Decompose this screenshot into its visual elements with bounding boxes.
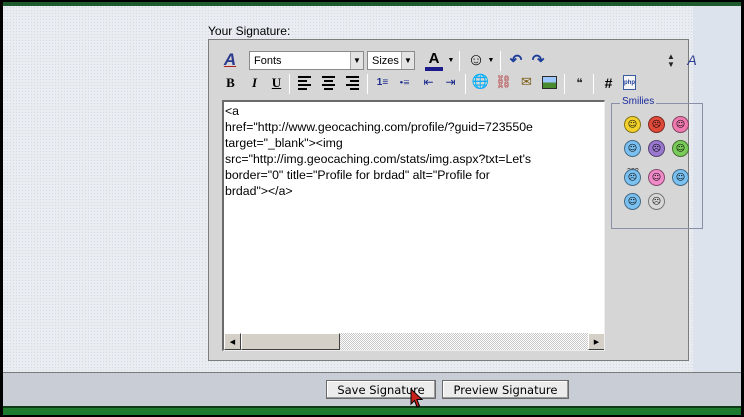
unordered-list-icon[interactable]: •≡ xyxy=(395,73,414,92)
sizes-dropdown[interactable]: Sizes ▼ xyxy=(367,51,415,70)
toolbar-divider xyxy=(564,74,565,94)
cool-icon[interactable]: ☺ xyxy=(624,193,641,210)
scroll-right-icon[interactable]: ▶ xyxy=(588,333,604,350)
shocked-icon[interactable]: ☹ xyxy=(648,193,665,210)
toolbar-divider xyxy=(465,74,466,94)
email-icon[interactable]: ✉ xyxy=(517,73,536,92)
underline-button[interactable]: U xyxy=(267,73,286,92)
sad-icon[interactable]: ☹ xyxy=(648,140,665,157)
fonts-dropdown[interactable]: Fonts ▼ xyxy=(249,51,364,70)
angry-icon[interactable]: ☹ xyxy=(648,116,665,133)
preview-signature-button[interactable]: Preview Signature xyxy=(442,380,569,399)
sizes-dropdown-label: Sizes xyxy=(372,54,399,67)
signature-textarea[interactable]: <a href="http://www.geocaching.com/profi… xyxy=(222,100,605,351)
align-right-icon[interactable] xyxy=(343,73,362,92)
font-color-icon: A xyxy=(428,49,440,67)
footer-bar: Save Signature Preview Signature xyxy=(3,372,741,406)
page-frame: Your Signature: A Fonts ▼ Sizes ▼ A ▼ ☺ … xyxy=(3,2,741,415)
image-glyph xyxy=(542,76,557,89)
quote-icon[interactable]: ❝ xyxy=(570,73,589,92)
wink-icon[interactable]: ☺ xyxy=(624,140,641,157)
scroll-left-icon[interactable]: ◀ xyxy=(224,333,241,350)
insert-image-icon[interactable] xyxy=(540,73,559,92)
php-code-icon[interactable]: php xyxy=(620,73,639,92)
signature-label: Your Signature: xyxy=(208,24,291,38)
toolbar-divider xyxy=(367,74,368,94)
unlink-icon[interactable]: ⛓ xyxy=(494,73,513,92)
code-hash-button[interactable]: # xyxy=(599,73,618,92)
mouse-cursor-icon xyxy=(410,388,424,408)
chevron-down-icon: ▼ xyxy=(401,52,414,69)
smilies-title: Smilies xyxy=(620,96,657,107)
resize-toggle-icon[interactable]: ▲ ▼ xyxy=(665,51,677,71)
align-center-icon[interactable] xyxy=(319,73,338,92)
signature-text[interactable]: <a href="http://www.geocaching.com/profi… xyxy=(225,103,604,199)
outdent-icon[interactable]: ⇤ xyxy=(419,73,438,92)
emoticon-dropdown-icon[interactable]: ▼ xyxy=(487,54,495,66)
undo-icon[interactable]: ↶ xyxy=(507,50,525,70)
font-color-button[interactable]: A xyxy=(422,50,446,72)
ordered-list-icon[interactable]: 1≡ xyxy=(373,73,392,92)
bottom-bar xyxy=(3,406,741,415)
remove-format-icon[interactable]: A xyxy=(221,50,239,70)
align-left-icon[interactable] xyxy=(295,73,314,92)
insert-link-icon[interactable]: 🌐 xyxy=(471,73,490,92)
emoticon-icon[interactable]: ☺ xyxy=(465,49,487,71)
italic-button[interactable]: I xyxy=(245,73,264,92)
blush-icon[interactable]: ☺ xyxy=(648,169,665,186)
tongue-icon[interactable]: ☺ xyxy=(672,116,689,133)
toolbar-divider xyxy=(289,74,290,94)
fonts-dropdown-label: Fonts xyxy=(254,54,282,67)
indent-icon[interactable]: ⇥ xyxy=(441,73,460,92)
font-color-swatch xyxy=(425,66,443,71)
smilies-panel: Smilies ??? ☺☹☺☺☹☺☹☺☺☺☹ xyxy=(611,96,703,229)
chevron-down-icon: ▼ xyxy=(350,52,363,69)
smile-icon[interactable]: ☺ xyxy=(624,116,641,133)
grin-icon[interactable]: ☺ xyxy=(672,140,689,157)
redo-icon[interactable]: ↷ xyxy=(529,50,547,70)
toolbar-divider xyxy=(593,74,594,94)
toolbar-divider xyxy=(459,51,460,71)
font-color-dropdown-icon[interactable]: ▼ xyxy=(447,54,455,66)
scrollbar-thumb[interactable] xyxy=(241,333,340,350)
toolbar-divider xyxy=(500,51,501,71)
style-icon[interactable]: A xyxy=(683,50,701,70)
php-page-glyph: php xyxy=(623,75,636,90)
confused-icon[interactable]: ☹ xyxy=(624,169,641,186)
bold-button[interactable]: B xyxy=(221,73,240,92)
big-grin-icon[interactable]: ☺ xyxy=(672,169,689,186)
signature-editor: A Fonts ▼ Sizes ▼ A ▼ ☺ ▼ ↶ ↷ ▲ ▼ A B I U… xyxy=(208,39,703,361)
horizontal-scrollbar[interactable]: ◀ ▶ xyxy=(224,333,604,350)
scrollbar-track[interactable] xyxy=(340,333,588,350)
